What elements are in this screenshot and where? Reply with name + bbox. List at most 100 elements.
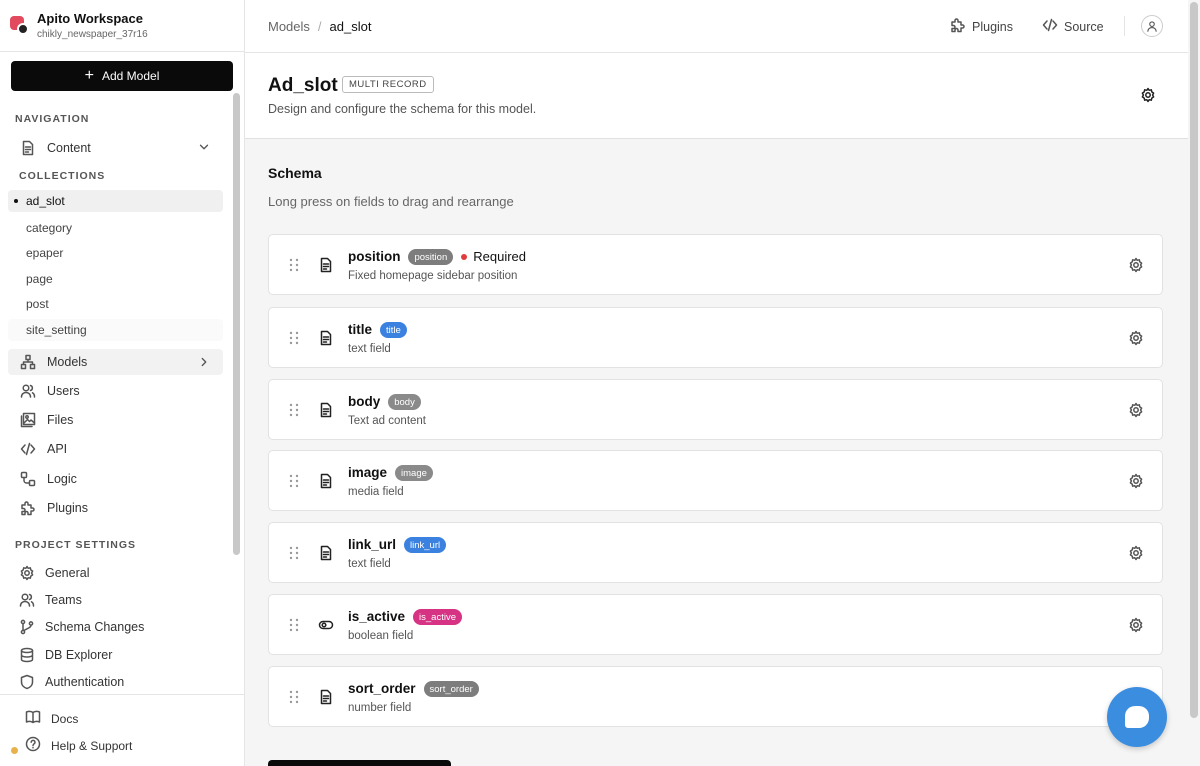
gear-icon[interactable] xyxy=(1128,617,1144,638)
gear-icon[interactable] xyxy=(1128,402,1144,423)
gear-icon[interactable] xyxy=(1128,473,1144,494)
sidebar-item-users[interactable]: Users xyxy=(8,379,223,402)
plugins-label: Plugins xyxy=(972,19,1013,34)
document-icon xyxy=(318,330,334,351)
schema-field-row[interactable]: link_url link_url text field xyxy=(268,522,1163,583)
drag-handle-icon[interactable] xyxy=(288,331,300,345)
workspace-logo xyxy=(10,16,30,36)
plugins-button[interactable]: Plugins xyxy=(950,17,1013,36)
field-name: sort_order xyxy=(348,681,416,696)
sidebar-item-content[interactable]: Content xyxy=(8,136,223,159)
workspace-name: Apito Workspace xyxy=(37,11,143,26)
chevron-down-icon[interactable] xyxy=(197,140,211,157)
gear-icon[interactable] xyxy=(1128,257,1144,278)
sidebar-item-label: Content xyxy=(47,140,91,155)
sidebar-item-label: Schema Changes xyxy=(45,619,145,634)
sidebar-item-label: DB Explorer xyxy=(45,647,113,662)
drag-handle-icon[interactable] xyxy=(288,474,300,488)
active-dot xyxy=(14,199,18,203)
field-tag: image xyxy=(395,465,433,481)
drag-handle-icon[interactable] xyxy=(288,403,300,417)
save-schema-button[interactable] xyxy=(268,760,451,766)
docs-label: Docs xyxy=(51,711,79,726)
field-name: image xyxy=(348,465,388,480)
sidebar-item-label: Models xyxy=(47,355,88,369)
page-scrollbar[interactable] xyxy=(1188,0,1200,766)
models-icon xyxy=(19,353,37,371)
collections-heading: COLLECTIONS xyxy=(19,170,106,182)
field-name: title xyxy=(348,322,373,337)
collection-item-category[interactable]: category xyxy=(8,217,223,239)
chat-button[interactable] xyxy=(1107,687,1167,747)
collection-label: post xyxy=(26,297,49,311)
sidebar-item-db-explorer[interactable]: DB Explorer xyxy=(8,643,223,666)
schema-hint: Long press on fields to drag and rearran… xyxy=(268,194,514,209)
field-description: number field xyxy=(348,702,412,714)
add-model-label: Add Model xyxy=(101,69,160,83)
toggle-icon xyxy=(318,617,334,638)
topbar-divider xyxy=(1124,16,1125,36)
sidebar-item-authentication[interactable]: Authentication xyxy=(8,670,223,693)
model-settings-button[interactable] xyxy=(1140,87,1156,108)
code-icon xyxy=(1042,17,1058,36)
sidebar-item-teams[interactable]: Teams xyxy=(8,588,223,611)
sidebar-footer-divider xyxy=(0,694,244,695)
drag-handle-icon[interactable] xyxy=(288,546,300,560)
schema-field-row[interactable]: position position Required Fixed homepage s… xyxy=(268,234,1163,295)
chevron-right-icon xyxy=(197,355,211,372)
schema-field-row[interactable]: is_active is_active boolean field xyxy=(268,594,1163,655)
collection-label: ad_slot xyxy=(26,194,65,208)
document-icon xyxy=(19,139,37,157)
help-support-link[interactable]: Help & Support xyxy=(25,736,132,755)
sidebar-scrollbar[interactable] xyxy=(233,93,240,555)
sidebar-item-schema-changes[interactable]: Schema Changes xyxy=(8,615,223,638)
sidebar-item-logic[interactable]: Logic xyxy=(8,467,223,490)
breadcrumb-parent[interactable]: Models xyxy=(268,19,310,34)
drag-handle-icon[interactable] xyxy=(288,618,300,632)
sidebar-item-plugins[interactable]: Plugins xyxy=(8,496,223,519)
collection-item-ad-slot[interactable]: ad_slot xyxy=(8,190,223,212)
schema-panel: Schema Long press on fields to drag and … xyxy=(245,139,1188,766)
required-indicator: Required xyxy=(461,249,526,264)
field-name: position xyxy=(348,249,401,264)
sidebar-item-label: Users xyxy=(47,383,80,398)
source-button[interactable]: Source xyxy=(1042,17,1104,36)
sidebar-item-files[interactable]: Files xyxy=(8,408,223,431)
gear-icon[interactable] xyxy=(1128,545,1144,566)
sidebar-item-models[interactable]: Models xyxy=(8,349,223,375)
sidebar-item-api[interactable]: API xyxy=(8,437,223,460)
field-description: Text ad content xyxy=(348,415,426,427)
help-label: Help & Support xyxy=(51,738,133,753)
schema-field-row[interactable]: body body Text ad content xyxy=(268,379,1163,440)
schema-field-row[interactable]: sort_order sort_order number field xyxy=(268,666,1163,727)
docs-link[interactable]: Docs xyxy=(25,709,78,728)
plus-icon: + xyxy=(84,67,94,84)
document-icon xyxy=(318,689,334,710)
collection-label: category xyxy=(26,221,73,235)
field-tag: body xyxy=(388,394,421,410)
collection-label: site_setting xyxy=(26,323,87,337)
workspace-switcher[interactable]: Apito Workspace chikly_newspaper_37r16 xyxy=(0,0,244,52)
sidebar-item-label: Plugins xyxy=(47,500,88,515)
required-dot xyxy=(461,253,468,260)
add-model-button[interactable]: + Add Model xyxy=(11,61,233,91)
collection-item-page[interactable]: page xyxy=(8,268,223,290)
gear-icon xyxy=(1141,87,1155,103)
drag-handle-icon[interactable] xyxy=(288,690,300,704)
field-description: media field xyxy=(348,486,404,498)
schema-field-row[interactable]: image image media field xyxy=(268,450,1163,511)
document-icon xyxy=(318,402,334,423)
collection-item-post[interactable]: post xyxy=(8,293,223,315)
document-icon xyxy=(318,257,334,278)
page-scrollbar-thumb[interactable] xyxy=(1190,2,1198,718)
field-name: is_active xyxy=(348,609,406,624)
field-tag: link_url xyxy=(404,537,447,553)
collection-label: page xyxy=(26,272,53,286)
gear-icon[interactable] xyxy=(1128,330,1144,351)
sidebar-item-general[interactable]: General xyxy=(8,561,223,584)
schema-field-row[interactable]: title title text field xyxy=(268,307,1163,368)
drag-handle-icon[interactable] xyxy=(288,258,300,272)
user-avatar[interactable] xyxy=(1141,15,1163,37)
collection-item-site-setting[interactable]: site_setting xyxy=(8,319,223,341)
collection-item-epaper[interactable]: epaper xyxy=(8,242,223,264)
